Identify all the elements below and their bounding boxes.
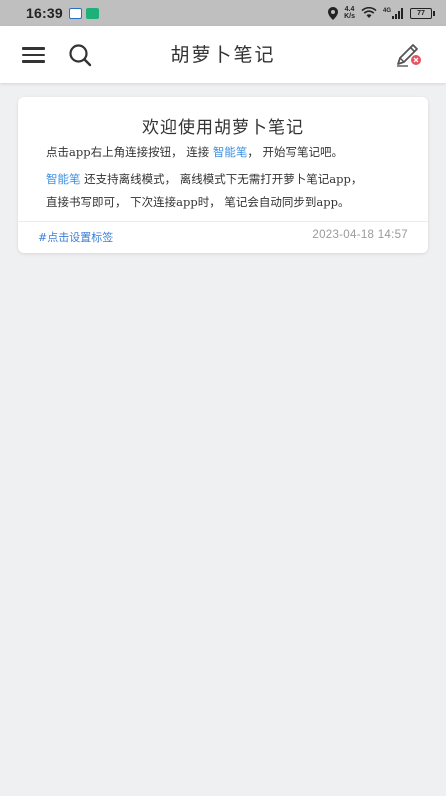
- network-type: 4G: [382, 7, 391, 14]
- note-line-2-text: 还支持离线模式， 离线模式下无需打开萝卜笔记app，: [80, 172, 363, 186]
- note-line-3: 直接书写即可， 下次连接app时， 笔记会自动同步到app。: [46, 195, 350, 209]
- battery-icon: 77: [410, 7, 435, 19]
- status-time: 16:39: [26, 5, 63, 21]
- note-line-1: 点击app右上角连接按钮， 连接 智能笔， 开始写笔记吧。: [46, 141, 411, 164]
- net-speed-value: 4.4: [344, 6, 355, 13]
- net-speed-unit: K/s: [344, 13, 355, 20]
- note-line-1-text: 点击app右上角连接按钮， 连接: [46, 145, 213, 159]
- smart-pen-link-2: 智能笔: [46, 172, 81, 186]
- app-bar: 胡萝卜笔记: [0, 26, 446, 83]
- app-title: 胡萝卜笔记: [170, 44, 276, 66]
- status-notification-icons: [68, 7, 99, 19]
- note-title: 欢迎使用胡萝卜笔记: [142, 118, 304, 138]
- note-card[interactable]: 欢迎使用胡萝卜笔记 点击app右上角连接按钮， 连接 智能笔， 开始写笔记吧。 …: [18, 97, 428, 253]
- note-body: 点击app右上角连接按钮， 连接 智能笔， 开始写笔记吧。 智能笔 还支持离线模…: [46, 141, 411, 218]
- battery-level: 77: [417, 9, 425, 17]
- note-line-2: 智能笔 还支持离线模式， 离线模式下无需打开萝卜笔记app，: [46, 168, 411, 191]
- smart-pen-link: 智能笔: [212, 145, 248, 159]
- notification-store-icon: [85, 7, 99, 19]
- signal-cluster: 4G: [382, 7, 404, 19]
- notification-app-icon: [68, 7, 82, 19]
- note-date: 2023-04-18 14:57: [312, 229, 408, 241]
- location-icon: [328, 6, 339, 20]
- signal-icon: [392, 7, 403, 19]
- wifi-icon: [361, 7, 377, 18]
- status-bar: 16:39 4.4 K/s 4G 77: [0, 0, 446, 26]
- note-line-1-end: ， 开始写笔记吧。: [247, 145, 344, 159]
- note-tag-button[interactable]: #点击设置标签: [38, 229, 113, 245]
- pen-icon[interactable]: [394, 40, 424, 68]
- note-divider: [18, 221, 428, 222]
- status-right-cluster: 4.4 K/s 4G 77: [328, 6, 435, 20]
- net-speed: 4.4 K/s: [344, 6, 355, 20]
